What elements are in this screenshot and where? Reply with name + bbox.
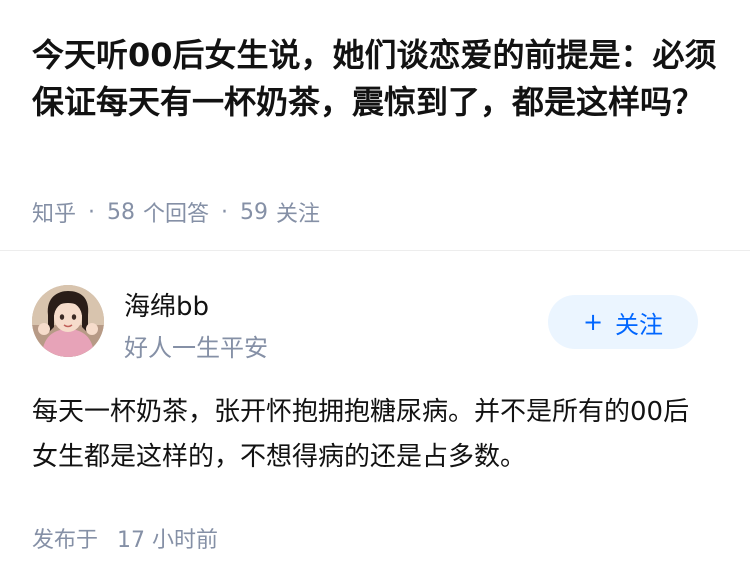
follow-label: 关注 [615,310,664,339]
section-divider [0,250,750,251]
answers-count: 58 [107,199,136,225]
answer-content: 每天一杯奶茶，张开怀抱拥抱糖尿病。并不是所有的00后女生都是这样的，不想得病的还… [32,397,690,472]
avatar-image [32,285,104,357]
answer-page: 今天听00后女生说，她们谈恋爱的前提是：必须保证每天有一杯奶茶，震惊到了，都是这… [0,0,750,588]
meta-separator: · [88,199,96,225]
time-label: 发布于 [32,528,99,553]
source-label[interactable]: 知乎 [32,196,76,228]
answers-label: 个回答 [143,202,210,227]
plus-icon: + [582,308,604,336]
time-value: 17 小时前 [117,528,219,553]
meta-separator: · [221,199,229,225]
author-name[interactable]: 海绵bb [124,286,209,323]
avatar[interactable] [32,285,104,357]
question-meta: 知乎 · 58 个回答 · 59 关注 [32,196,320,228]
followers-label: 关注 [276,202,321,227]
author-row: 海绵bb 好人一生平安 + 关注 [32,285,722,362]
follow-button[interactable]: + 关注 [548,295,698,349]
question-title[interactable]: 今天听00后女生说，她们谈恋爱的前提是：必须保证每天有一杯奶茶，震惊到了，都是这… [32,32,722,126]
author-bio: 好人一生平安 [124,334,268,362]
answer-timestamp: 发布于 17 小时前 [32,522,218,554]
followers-count: 59 [240,199,269,225]
question-header: 今天听00后女生说，她们谈恋爱的前提是：必须保证每天有一杯奶茶，震惊到了，都是这… [32,32,722,126]
